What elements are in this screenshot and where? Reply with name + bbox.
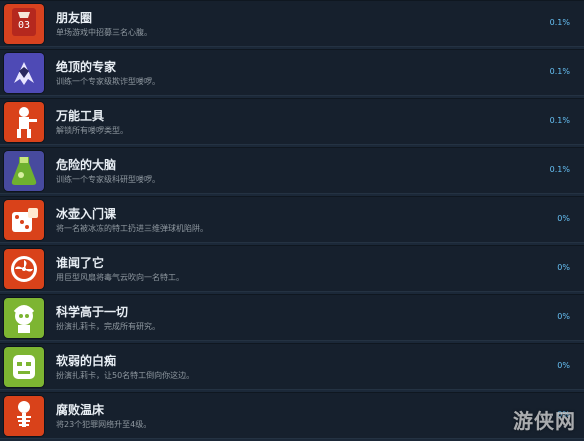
svg-text:03: 03: [18, 20, 30, 31]
achievement-row[interactable]: 冰壶入门课 将一名被冰冻的特工扔进三维弹球机陷阱。 0%: [0, 196, 584, 243]
worker-minion-icon: [4, 102, 44, 142]
achievement-description: 扮演扎莉卡，让50名特工倒向你这边。: [56, 371, 195, 380]
achievement-percent: 0%: [557, 214, 570, 223]
purple-cloak-icon: [4, 53, 44, 93]
achievement-title: 腐败温床: [56, 403, 105, 417]
achievement-title: 谁闻了它: [56, 256, 105, 270]
achievement-description: 将23个犯罪网络升至4级。: [56, 420, 152, 429]
achievement-description: 将一名被冰冻的特工扔进三维弹球机陷阱。: [56, 224, 208, 233]
achievement-row[interactable]: 软弱的白痴 扮演扎莉卡，让50名特工倒向你这边。 0%: [0, 343, 584, 390]
achievement-row[interactable]: 绝顶的专家 训练一个专家级欺诈型喽啰。 0.1%: [0, 49, 584, 96]
achievement-percent: 0.1%: [549, 67, 570, 76]
achievement-title: 软弱的白痴: [56, 354, 117, 368]
achievement-title: 危险的大脑: [56, 158, 117, 172]
achievement-row[interactable]: 谁闻了它 用巨型风扇将毒气云吹向一名特工。 0%: [0, 245, 584, 292]
zombie-face-icon: [4, 347, 44, 387]
achievement-title: 万能工具: [56, 109, 105, 123]
achievement-title: 冰壶入门课: [56, 207, 117, 221]
fan-icon: [4, 249, 44, 289]
achievement-list: 03 朋友圈 单场游戏中招募三名心腹。 0.1% 绝顶的专家 训练一个专家级欺诈…: [0, 0, 584, 441]
achievement-description: 扮演扎莉卡，完成所有研究。: [56, 322, 160, 331]
scientist-icon: [4, 298, 44, 338]
achievement-description: 解锁所有喽啰类型。: [56, 126, 128, 135]
skeleton-icon: [4, 396, 44, 436]
achievement-title: 科学高于一切: [56, 305, 129, 319]
achievement-percent: 0%: [557, 361, 570, 370]
achievement-description: 训练一个专家级欺诈型喽啰。: [56, 77, 160, 86]
achievement-description: 用巨型风扇将毒气云吹向一名特工。: [56, 273, 184, 282]
achievement-row[interactable]: 科学高于一切 扮演扎莉卡，完成所有研究。 0%: [0, 294, 584, 341]
achievement-percent: 0.1%: [549, 18, 570, 27]
achievement-row[interactable]: 万能工具 解锁所有喽啰类型。 0.1%: [0, 98, 584, 145]
badge-03-icon: 03: [4, 4, 44, 44]
achievement-percent: 0%: [557, 263, 570, 272]
achievement-percent: 0.1%: [549, 165, 570, 174]
achievement-description: 单场游戏中招募三名心腹。: [56, 28, 152, 37]
achievement-row[interactable]: 腐败温床 将23个犯罪网络升至4级。 0%: [0, 392, 584, 439]
dice-icon: [4, 200, 44, 240]
achievement-percent: 0.1%: [549, 116, 570, 125]
achievement-title: 绝顶的专家: [56, 60, 117, 74]
achievement-row[interactable]: 危险的大脑 训练一个专家级科研型喽啰。 0.1%: [0, 147, 584, 194]
achievement-title: 朋友圈: [56, 11, 93, 25]
achievement-description: 训练一个专家级科研型喽啰。: [56, 175, 160, 184]
watermark-logo: 游侠网: [513, 409, 576, 433]
achievement-row[interactable]: 03 朋友圈 单场游戏中招募三名心腹。 0.1%: [0, 0, 584, 47]
flask-icon: [4, 151, 44, 191]
achievement-percent: 0%: [557, 312, 570, 321]
